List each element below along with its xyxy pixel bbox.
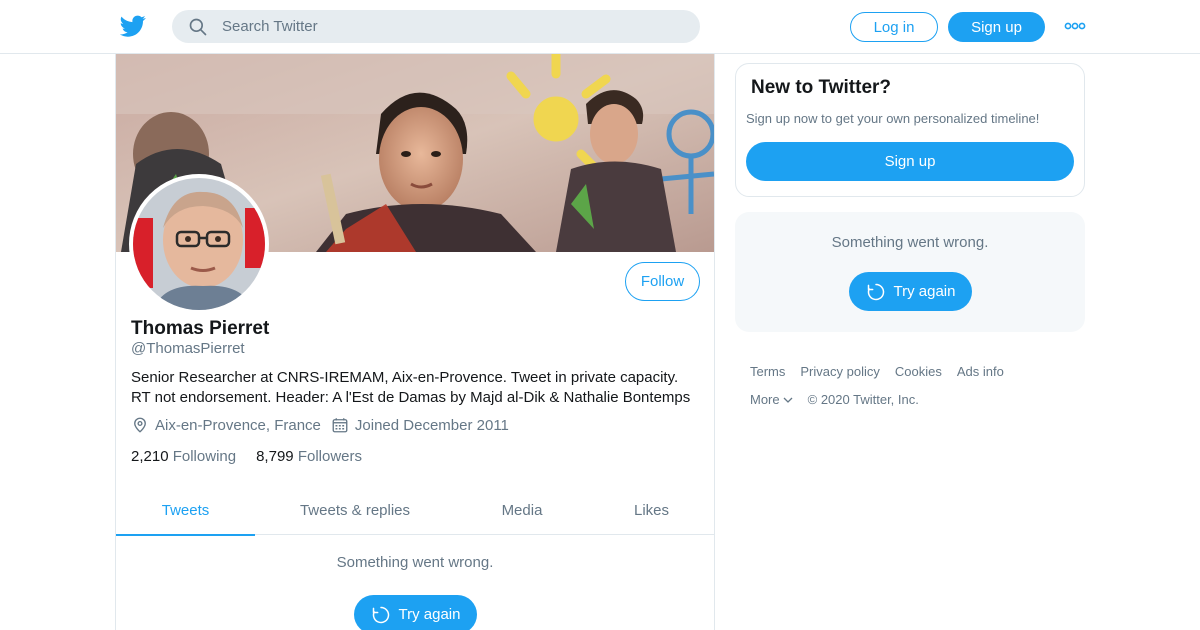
- footer-more-link[interactable]: More: [750, 392, 793, 407]
- profile-column: Follow Thomas Pierret @ThomasPierret Sen…: [115, 54, 715, 630]
- sidebar-try-again-button[interactable]: Try again: [849, 272, 972, 311]
- sidebar-sign-up-button[interactable]: Sign up: [746, 142, 1074, 181]
- profile-handle[interactable]: @ThomasPierret: [131, 340, 245, 357]
- refresh-icon: [372, 606, 389, 623]
- footer-row: Terms Privacy policy Cookies Ads info: [750, 364, 1080, 379]
- followers-label: Followers: [297, 448, 362, 465]
- footer-link-terms[interactable]: Terms: [750, 364, 785, 379]
- search-input[interactable]: [222, 18, 662, 35]
- footer-link-cookies[interactable]: Cookies: [895, 364, 942, 379]
- location-text: Aix-en-Provence, France: [155, 416, 321, 434]
- avatar-image: [133, 178, 265, 310]
- profile-bio: Senior Researcher at CNRS-IREMAM, Aix-en…: [131, 368, 711, 408]
- top-navigation-bar: Log in Sign up: [0, 0, 1200, 54]
- sidebar-error-message: Something went wrong.: [831, 234, 989, 251]
- tab-tweets[interactable]: Tweets: [116, 486, 255, 536]
- tab-media[interactable]: Media: [455, 486, 589, 535]
- search-box[interactable]: [172, 10, 700, 43]
- try-again-label: Try again: [893, 283, 956, 300]
- footer-copyright: © 2020 Twitter, Inc.: [807, 392, 919, 407]
- footer-link-privacy-policy[interactable]: Privacy policy: [800, 364, 879, 379]
- footer-row: More © 2020 Twitter, Inc.: [750, 392, 1080, 407]
- more-options-icon[interactable]: [1064, 18, 1086, 34]
- profile-avatar[interactable]: [129, 174, 269, 314]
- following-label: Following: [172, 448, 237, 465]
- tab-likes[interactable]: Likes: [589, 486, 714, 535]
- joined-text: Joined December 2011: [354, 416, 509, 434]
- profile-tabs: Tweets Tweets & replies Media Likes: [116, 486, 714, 536]
- profile-name: Thomas Pierret: [131, 318, 270, 339]
- timeline-try-again-button[interactable]: Try again: [354, 595, 477, 630]
- profile-meta: Aix-en-Provence, France Joined December …: [131, 416, 519, 434]
- footer-more-label: More: [750, 392, 780, 407]
- sidebar-error-card: Something went wrong. Try again: [735, 212, 1085, 332]
- try-again-label: Try again: [398, 606, 461, 623]
- bio-line: RT not endorsement. Header: A l'Est de D…: [131, 389, 691, 406]
- bio-line: Senior Researcher at CNRS-IREMAM, Aix-en…: [131, 369, 679, 386]
- profile-stats: 2,210 Following 8,799 Followers: [131, 448, 382, 465]
- sign-up-button[interactable]: Sign up: [948, 12, 1045, 42]
- location-pin-icon: [134, 417, 146, 433]
- calendar-icon: [332, 418, 348, 433]
- chevron-down-icon: [783, 397, 793, 403]
- follow-button[interactable]: Follow: [625, 262, 700, 301]
- tab-tweets-and-replies[interactable]: Tweets & replies: [255, 486, 455, 535]
- following-count-link[interactable]: 2,210 Following: [131, 448, 236, 465]
- new-to-twitter-title: New to Twitter?: [751, 77, 892, 98]
- log-in-button[interactable]: Log in: [850, 12, 938, 42]
- footer-link-ads-info[interactable]: Ads info: [957, 364, 1004, 379]
- footer-links: Terms Privacy policy Cookies Ads info Mo…: [750, 364, 1080, 420]
- following-count: 2,210: [131, 448, 169, 465]
- refresh-icon: [867, 283, 884, 300]
- timeline-error-message: Something went wrong.: [336, 554, 494, 571]
- profile-joined: Joined December 2011: [331, 416, 509, 434]
- search-icon: [189, 18, 207, 35]
- new-to-twitter-text: Sign up now to get your own personalized…: [746, 111, 1040, 126]
- followers-count: 8,799: [256, 448, 294, 465]
- new-to-twitter-card: New to Twitter? Sign up now to get your …: [735, 63, 1085, 197]
- followers-count-link[interactable]: 8,799 Followers: [256, 448, 362, 465]
- profile-location: Aix-en-Provence, France: [131, 416, 321, 434]
- twitter-bird-icon[interactable]: [120, 13, 146, 39]
